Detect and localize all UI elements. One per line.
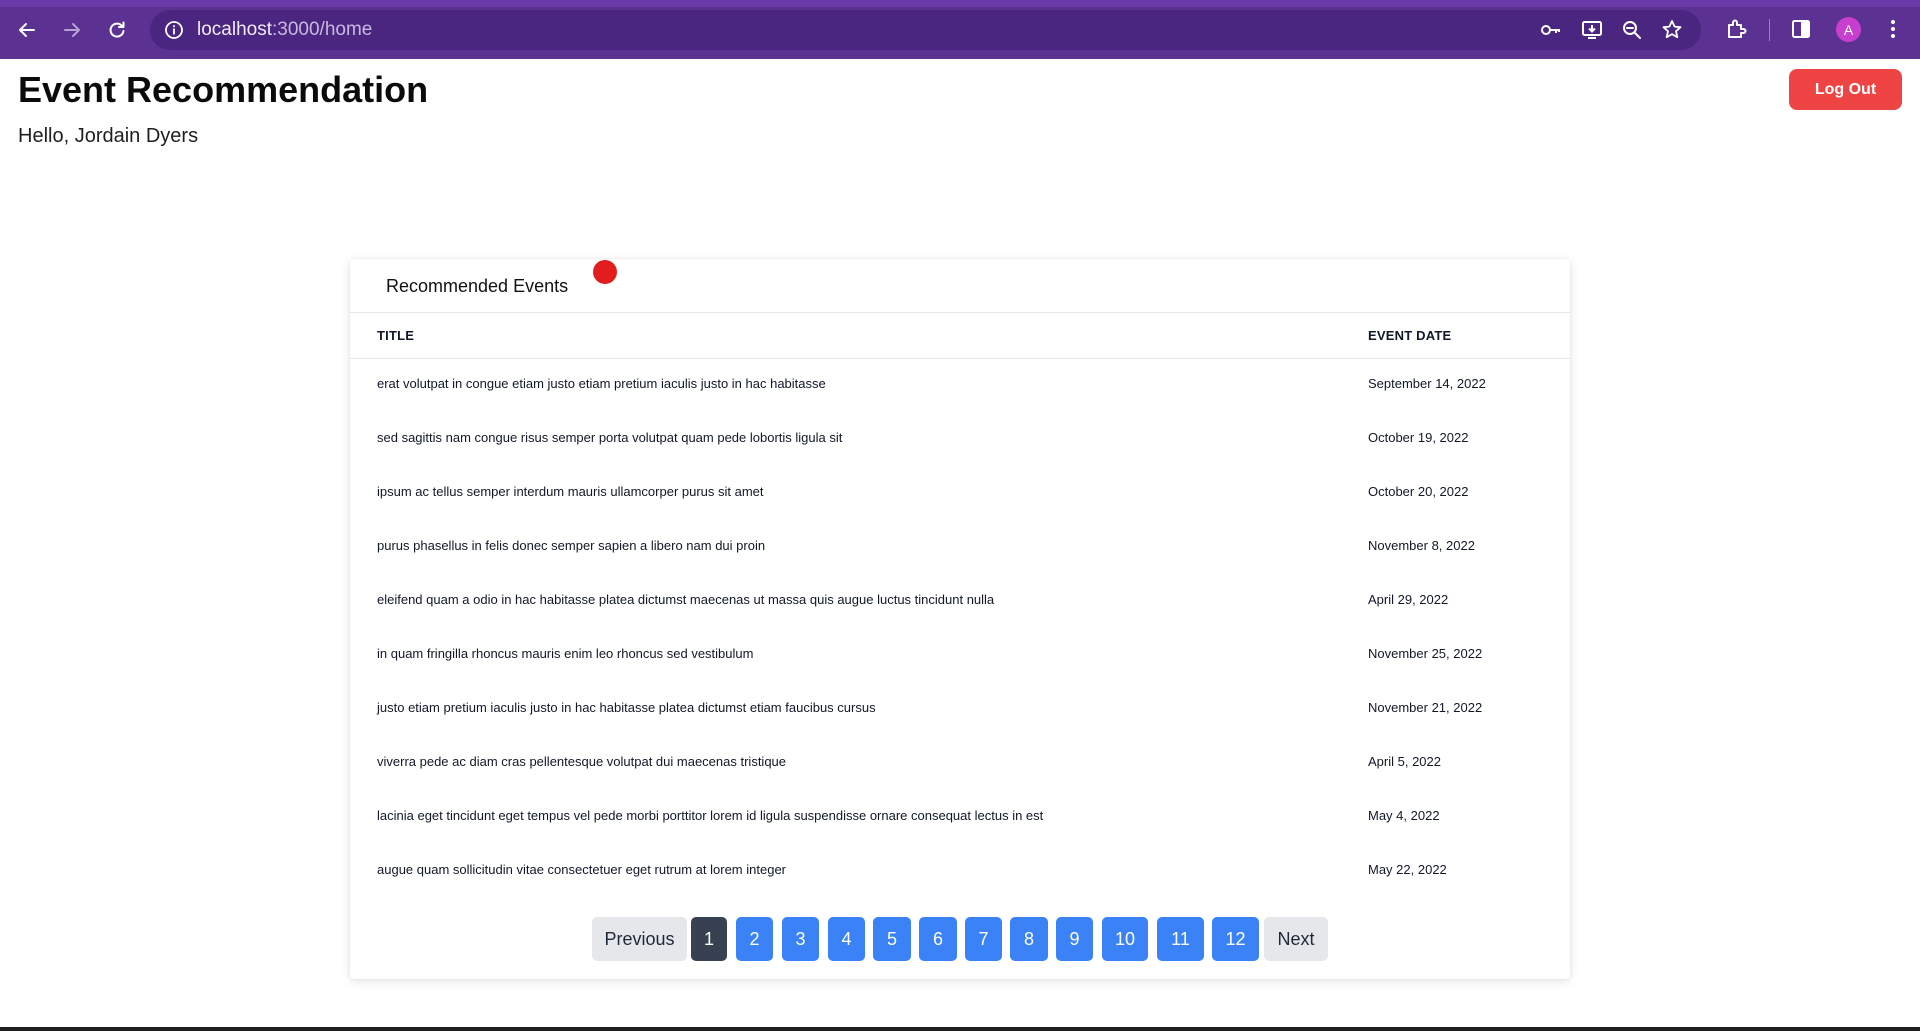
event-title: sed sagittis nam congue risus semper por… xyxy=(377,430,843,445)
table-row[interactable]: sed sagittis nam congue risus semper por… xyxy=(350,414,1570,468)
table-header: TITLE EVENT DATE xyxy=(350,314,1570,359)
event-date: May 22, 2022 xyxy=(1368,862,1447,877)
page-button-3[interactable]: 3 xyxy=(782,917,819,961)
event-date: April 29, 2022 xyxy=(1368,592,1449,607)
zoom-icon[interactable] xyxy=(1620,18,1644,42)
card-title: Recommended Events xyxy=(386,276,569,296)
reload-button[interactable] xyxy=(101,14,133,46)
site-info-icon[interactable] xyxy=(163,19,185,41)
page-title: Event Recommendation xyxy=(18,69,429,110)
table-row[interactable]: erat volutpat in congue etiam justo etia… xyxy=(350,360,1570,414)
forward-button[interactable] xyxy=(56,14,88,46)
page-button-9[interactable]: 9 xyxy=(1056,917,1093,961)
event-date: September 14, 2022 xyxy=(1368,376,1486,391)
browser-toolbar: localhost:3000/home A xyxy=(0,0,1920,59)
taskbar-edge xyxy=(0,1027,1920,1031)
profile-avatar[interactable]: A xyxy=(1836,17,1861,42)
event-title: in quam fringilla rhoncus mauris enim le… xyxy=(377,646,754,661)
event-date: October 20, 2022 xyxy=(1368,484,1469,499)
bookmark-star-icon[interactable] xyxy=(1660,18,1684,42)
table-row[interactable]: eleifend quam a odio in hac habitasse pl… xyxy=(350,576,1570,630)
back-button[interactable] xyxy=(11,14,43,46)
page-button-2[interactable]: 2 xyxy=(736,917,773,961)
table-row[interactable]: ipsum ac tellus semper interdum mauris u… xyxy=(350,468,1570,522)
page-button-5[interactable]: 5 xyxy=(873,917,911,961)
next-page-button[interactable]: Next xyxy=(1264,917,1328,961)
column-header-title: TITLE xyxy=(377,328,415,343)
page-button-10[interactable]: 10 xyxy=(1102,917,1148,961)
kebab-menu-icon[interactable] xyxy=(1880,16,1906,42)
event-date: October 19, 2022 xyxy=(1368,430,1469,445)
event-title: purus phasellus in felis donec semper sa… xyxy=(377,538,766,553)
page-button-4[interactable]: 4 xyxy=(828,917,865,961)
table-row[interactable]: lacinia eget tincidunt eget tempus vel p… xyxy=(350,792,1570,846)
event-date: May 4, 2022 xyxy=(1368,808,1440,823)
extensions-icon[interactable] xyxy=(1723,16,1749,42)
url-path: :3000/home xyxy=(272,19,373,40)
notification-dot-icon xyxy=(593,260,617,284)
event-date: November 8, 2022 xyxy=(1368,538,1475,553)
page-button-8[interactable]: 8 xyxy=(1010,917,1048,961)
events-table-body: erat volutpat in congue etiam justo etia… xyxy=(350,360,1570,900)
previous-page-button[interactable]: Previous xyxy=(592,917,687,961)
logout-button[interactable]: Log Out xyxy=(1789,69,1902,110)
url-text[interactable]: localhost:3000/home xyxy=(197,10,372,50)
event-title: justo etiam pretium iaculis justo in hac… xyxy=(377,700,876,715)
event-title: ipsum ac tellus semper interdum mauris u… xyxy=(377,484,764,499)
page-button-6[interactable]: 6 xyxy=(919,917,957,961)
table-row[interactable]: augue quam sollicitudin vitae consectetu… xyxy=(350,846,1570,900)
install-app-icon[interactable] xyxy=(1580,18,1604,42)
arrow-left-icon xyxy=(17,20,37,40)
table-row[interactable]: in quam fringilla rhoncus mauris enim le… xyxy=(350,630,1570,684)
event-title: lacinia eget tincidunt eget tempus vel p… xyxy=(377,808,1044,823)
user-greeting: Hello, Jordain Dyers xyxy=(18,125,199,147)
card-header: Recommended Events xyxy=(350,259,1570,313)
page-button-1[interactable]: 1 xyxy=(691,917,727,961)
table-row[interactable]: viverra pede ac diam cras pellentesque v… xyxy=(350,738,1570,792)
tab-strip-edge xyxy=(0,0,1920,7)
event-title: erat volutpat in congue etiam justo etia… xyxy=(377,376,826,391)
address-bar[interactable]: localhost:3000/home xyxy=(150,10,1701,50)
event-date: April 5, 2022 xyxy=(1368,754,1441,769)
key-icon[interactable] xyxy=(1539,18,1563,42)
page-button-11[interactable]: 11 xyxy=(1157,917,1204,961)
page-button-12[interactable]: 12 xyxy=(1212,917,1259,961)
event-date: November 21, 2022 xyxy=(1368,700,1483,715)
side-panel-icon[interactable] xyxy=(1788,16,1814,42)
event-title: viverra pede ac diam cras pellentesque v… xyxy=(377,754,787,769)
recommended-events-card: Recommended Events TITLE EVENT DATE erat… xyxy=(350,259,1570,979)
table-row[interactable]: purus phasellus in felis donec semper sa… xyxy=(350,522,1570,576)
page-button-7[interactable]: 7 xyxy=(965,917,1002,961)
table-row[interactable]: justo etiam pretium iaculis justo in hac… xyxy=(350,684,1570,738)
event-date: November 25, 2022 xyxy=(1368,646,1483,661)
arrow-right-icon xyxy=(62,20,82,40)
reload-icon xyxy=(107,20,127,40)
event-title: augue quam sollicitudin vitae consectetu… xyxy=(377,862,786,877)
toolbar-divider xyxy=(1769,19,1770,41)
url-host: localhost xyxy=(197,19,272,40)
column-header-event-date: EVENT DATE xyxy=(1368,328,1452,343)
event-title: eleifend quam a odio in hac habitasse pl… xyxy=(377,592,995,607)
